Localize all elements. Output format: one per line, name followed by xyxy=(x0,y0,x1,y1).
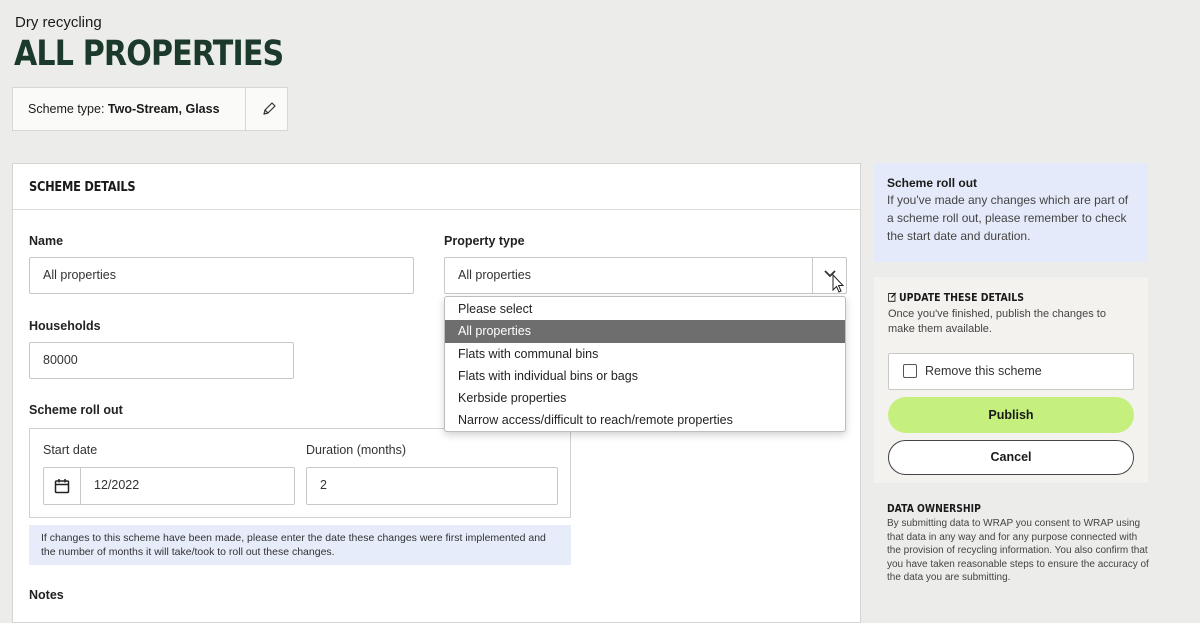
remove-scheme-checkbox[interactable] xyxy=(903,364,917,378)
scheme-type-divider xyxy=(245,88,246,130)
rollout-info-title: Scheme roll out xyxy=(887,176,978,190)
duration-label: Duration (months) xyxy=(306,443,407,457)
scheme-type-bar: Scheme type: Two-Stream, Glass xyxy=(12,87,288,131)
dropdown-option-communal-bins[interactable]: Flats with communal bins xyxy=(445,343,845,365)
card-heading: SCHEME DETAILS xyxy=(29,180,136,195)
scheme-type-value: Two-Stream, Glass xyxy=(107,102,220,116)
publish-button[interactable]: Publish xyxy=(888,397,1134,433)
mouse-cursor-icon xyxy=(832,274,845,293)
update-title-text: UPDATE THESE DETAILS xyxy=(899,291,1024,304)
households-label: Households xyxy=(29,319,101,333)
start-date-label: Start date xyxy=(43,443,98,457)
update-details-panel: UPDATE THESE DETAILS Once you've finishe… xyxy=(874,277,1148,483)
dropdown-option-all-properties[interactable]: All properties xyxy=(445,320,845,343)
update-text: Once you've finished, publish the change… xyxy=(888,308,1106,335)
notes-label: Notes xyxy=(29,588,64,602)
calendar-button[interactable] xyxy=(44,468,81,504)
dropdown-option-narrow-access[interactable]: Narrow access/difficult to reach/remote … xyxy=(445,409,845,431)
dropdown-option-kerbside[interactable]: Kerbside properties xyxy=(445,387,845,409)
duration-input[interactable]: 2 xyxy=(306,467,558,505)
page-title: ALL PROPERTIES xyxy=(14,34,284,74)
pencil-icon[interactable] xyxy=(259,99,279,119)
remove-scheme-option[interactable]: Remove this scheme xyxy=(888,353,1134,390)
update-title: UPDATE THESE DETAILS xyxy=(888,291,1024,304)
start-date-input[interactable]: 12/2022 xyxy=(43,467,295,505)
rollout-info-text: If you've made any changes which are par… xyxy=(887,193,1129,243)
property-type-label: Property type xyxy=(444,234,525,248)
start-date-value: 12/2022 xyxy=(94,478,140,492)
property-type-dropdown: Please select All properties Flats with … xyxy=(444,296,846,432)
scheme-type-text: Scheme type: Two-Stream, Glass xyxy=(28,102,220,116)
rollout-info-panel: Scheme roll out If you've made any chang… xyxy=(874,163,1148,262)
ownership-text: By submitting data to WRAP you consent t… xyxy=(887,518,1149,583)
scheme-type-label: Scheme type: xyxy=(28,102,105,116)
rollout-hint: If changes to this scheme have been made… xyxy=(29,525,571,565)
property-type-value: All properties xyxy=(458,268,531,282)
dropdown-option-please-select[interactable]: Please select xyxy=(445,298,845,320)
remove-scheme-label[interactable]: Remove this scheme xyxy=(925,364,1042,378)
cancel-button[interactable]: Cancel xyxy=(888,440,1134,475)
dropdown-option-individual-bins[interactable]: Flats with individual bins or bags xyxy=(445,365,845,387)
calendar-icon xyxy=(54,479,70,494)
scheme-rollout-label: Scheme roll out xyxy=(29,403,123,417)
page-subtitle: Dry recycling xyxy=(15,14,102,31)
scheme-rollout-box: Start date Duration (months) 12/2022 2 xyxy=(29,428,571,518)
name-input[interactable]: All properties xyxy=(29,257,414,294)
property-type-select[interactable]: All properties xyxy=(444,257,847,294)
name-label: Name xyxy=(29,234,64,248)
select-divider xyxy=(812,258,813,293)
card-header: SCHEME DETAILS xyxy=(13,164,860,210)
data-ownership: DATA OWNERSHIP By submitting data to WRA… xyxy=(887,503,1152,585)
edit-square-icon xyxy=(888,292,897,302)
households-input[interactable]: 80000 xyxy=(29,342,294,379)
ownership-title: DATA OWNERSHIP xyxy=(887,503,981,515)
